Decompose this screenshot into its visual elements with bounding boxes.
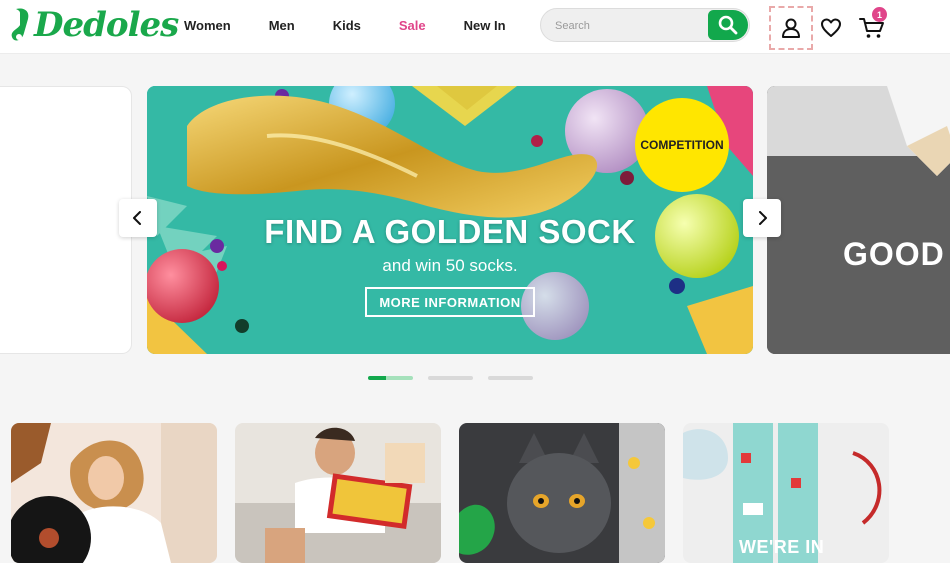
cart-button[interactable]: 1 [851,7,893,49]
chevron-right-icon [759,211,767,225]
nav-sale[interactable]: Sale [399,18,426,33]
hero-carousel: COMPETITION FIND A GOLDEN SOCK and win 5… [0,54,950,404]
chevron-left-icon [133,211,141,225]
nav-new-in[interactable]: New In [464,18,506,33]
next-slide-text: GOOD [843,236,945,272]
account-button[interactable] [769,6,813,50]
carousel-next-button[interactable] [743,199,781,237]
heart-icon [821,18,841,37]
nav-women[interactable]: Women [184,18,231,33]
man-reading-photo [235,423,441,563]
site-header: Dedoles Women Men Kids Sale New In Searc… [0,0,950,54]
carousel-pagination [368,376,548,380]
hero-slide-golden-sock[interactable]: COMPETITION FIND A GOLDEN SOCK and win 5… [147,86,753,354]
sock-logo-icon [11,8,29,41]
search-bar [540,8,750,42]
carousel-dot-3[interactable] [488,376,533,380]
hero-subline: and win 50 socks. [382,256,518,275]
search-icon [718,15,738,35]
category-card-cats[interactable] [459,423,665,563]
carousel-dot-2[interactable] [428,376,473,380]
search-button[interactable] [708,10,748,40]
dedoles-logo[interactable]: Dedoles [10,2,179,48]
category-card-music[interactable] [11,423,217,563]
competition-badge: COMPETITION [635,98,729,192]
previous-slide-peek[interactable] [0,86,132,354]
category-cards: WE'RE IN [11,423,950,563]
cart-count-badge: 1 [872,7,887,22]
user-icon [782,18,800,38]
main-nav: Women Men Kids Sale New In [184,0,544,50]
carousel-dot-1[interactable] [368,376,413,380]
category-card-label: WE'RE IN [739,537,825,557]
nav-kids[interactable]: Kids [333,18,361,33]
category-card-we-re-in[interactable]: WE'RE IN [683,423,889,563]
carousel-prev-button[interactable] [119,199,157,237]
hero-headline: FIND A GOLDEN SOCK [264,213,636,250]
next-slide-artwork [767,86,950,354]
cat-socks-photo [459,423,665,563]
search-input[interactable] [555,17,705,35]
wishlist-button[interactable] [810,7,852,49]
category-card-men[interactable] [235,423,441,563]
nav-men[interactable]: Men [269,18,295,33]
logo-text: Dedoles [34,5,179,45]
next-slide-peek[interactable]: GOOD [767,86,950,354]
woman-with-vinyl-photo [11,423,217,563]
more-information-button[interactable]: MORE INFORMATION [365,287,535,317]
